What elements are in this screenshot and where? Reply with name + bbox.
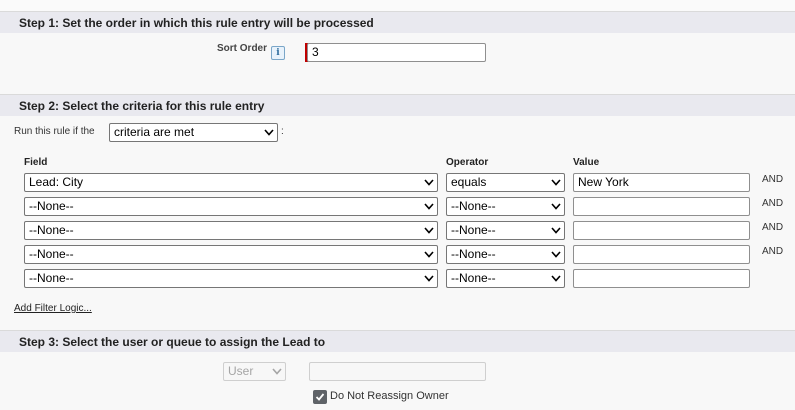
chevron-down-icon: [551, 203, 561, 210]
criteria-select[interactable]: criteria are met: [109, 123, 278, 142]
operator-select[interactable]: --None--: [446, 197, 565, 216]
chevron-down-icon: [424, 251, 434, 258]
step1-header: Step 1: Set the order in which this rule…: [0, 11, 795, 33]
and-conjunction: AND: [762, 198, 784, 209]
and-conjunction: AND: [762, 246, 784, 257]
sort-order-input[interactable]: 3: [307, 43, 486, 62]
chevron-down-icon: [551, 179, 561, 186]
and-conjunction: AND: [762, 174, 784, 185]
field-select[interactable]: --None--: [24, 197, 438, 216]
sort-order-label: Sort Order: [217, 43, 268, 54]
checkmark-icon: [315, 393, 325, 401]
chevron-down-icon: [551, 275, 561, 282]
assignee-type-value: User: [228, 364, 254, 378]
field-select-value: --None--: [29, 199, 74, 213]
field-select-value: --None--: [29, 271, 74, 285]
run-rule-suffix: :: [281, 126, 284, 137]
value-input[interactable]: [573, 221, 750, 240]
field-select-value: --None--: [29, 223, 74, 237]
assignee-lookup-input[interactable]: [309, 362, 486, 381]
add-filter-logic-link[interactable]: Add Filter Logic...: [14, 303, 92, 314]
value-input[interactable]: [573, 245, 750, 264]
operator-select[interactable]: --None--: [446, 221, 565, 240]
do-not-reassign-label: Do Not Reassign Owner: [330, 390, 449, 402]
chevron-down-icon: [424, 179, 434, 186]
operator-select-value: equals: [451, 175, 487, 189]
field-select[interactable]: --None--: [24, 269, 438, 288]
chevron-down-icon: [424, 203, 434, 210]
operator-select[interactable]: --None--: [446, 245, 565, 264]
field-select[interactable]: Lead: City: [24, 173, 438, 192]
chevron-down-icon: [424, 227, 434, 234]
value-input[interactable]: [573, 269, 750, 288]
col-operator-header: Operator: [446, 157, 489, 168]
value-input[interactable]: [573, 197, 750, 216]
field-select-value: Lead: City: [29, 175, 84, 189]
step3-header: Step 3: Select the user or queue to assi…: [0, 330, 795, 352]
chevron-down-icon: [272, 368, 282, 375]
info-icon[interactable]: i: [271, 46, 285, 60]
assignee-type-select[interactable]: User: [223, 362, 286, 381]
operator-select[interactable]: --None--: [446, 269, 565, 288]
step2-header: Step 2: Select the criteria for this rul…: [0, 94, 795, 116]
operator-select[interactable]: equals: [446, 173, 565, 192]
operator-select-value: --None--: [451, 223, 496, 237]
value-input[interactable]: New York: [573, 173, 750, 192]
run-rule-label: Run this rule if the: [14, 126, 95, 137]
and-conjunction: AND: [762, 222, 784, 233]
col-value-header: Value: [573, 157, 600, 168]
chevron-down-icon: [264, 129, 274, 136]
criteria-select-value: criteria are met: [114, 125, 195, 139]
chevron-down-icon: [551, 227, 561, 234]
field-select[interactable]: --None--: [24, 245, 438, 264]
operator-select-value: --None--: [451, 271, 496, 285]
chevron-down-icon: [424, 275, 434, 282]
field-select-value: --None--: [29, 247, 74, 261]
chevron-down-icon: [551, 251, 561, 258]
field-select[interactable]: --None--: [24, 221, 438, 240]
operator-select-value: --None--: [451, 247, 496, 261]
col-field-header: Field: [24, 157, 48, 168]
do-not-reassign-checkbox[interactable]: [313, 390, 327, 404]
operator-select-value: --None--: [451, 199, 496, 213]
